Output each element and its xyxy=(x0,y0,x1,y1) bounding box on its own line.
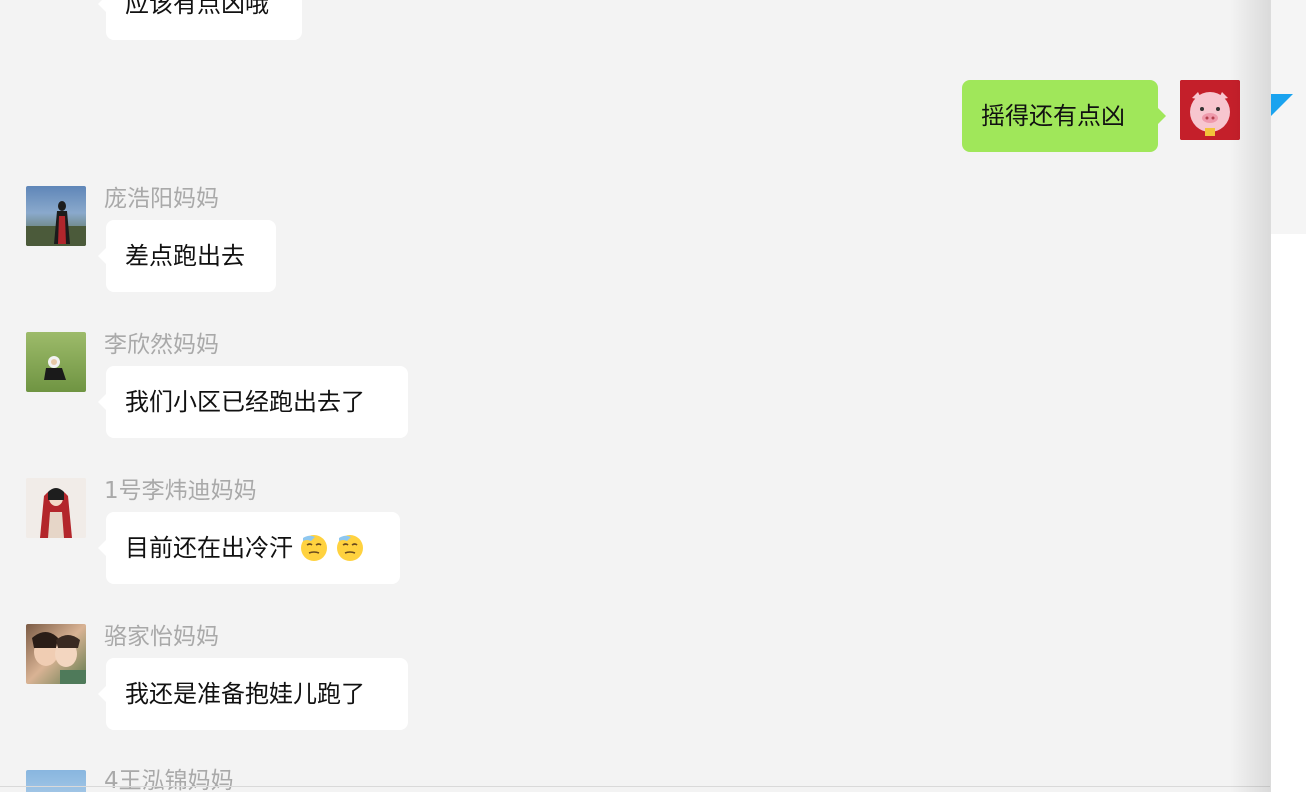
avatar[interactable] xyxy=(26,186,86,246)
chat-window: 应该有点凶哦 摇得还有点凶 庞浩阳妈妈 差点跑出去 李欣然妈妈 我们小区已经跑出… xyxy=(0,0,1306,792)
avatar[interactable] xyxy=(26,478,86,538)
message-bubble[interactable]: 我还是准备抱娃儿跑了 xyxy=(98,658,408,730)
my-avatar[interactable] xyxy=(1180,80,1240,140)
message-bubble[interactable]: 目前还在出冷汗 xyxy=(98,512,400,584)
message-text: 目前还在出冷汗 xyxy=(125,534,293,562)
photo-avatar-icon xyxy=(26,201,86,246)
sender-name: 庞浩阳妈妈 xyxy=(104,186,219,212)
side-panel[interactable] xyxy=(1270,0,1306,792)
divider xyxy=(0,786,1270,787)
sender-name: 骆家怡妈妈 xyxy=(104,624,219,650)
message-bubble[interactable]: 差点跑出去 xyxy=(98,220,276,292)
avatar[interactable] xyxy=(26,624,86,684)
sweat-face-icon xyxy=(301,535,327,561)
photo-avatar-icon xyxy=(44,356,66,380)
sender-name: 4王泓锦妈妈 xyxy=(104,768,234,792)
message-bubble[interactable]: 应该有点凶哦 xyxy=(98,0,302,40)
sender-name: 1号李炜迪妈妈 xyxy=(104,478,257,504)
message-bubble[interactable]: 我们小区已经跑出去了 xyxy=(98,366,408,438)
photo-avatar-icon xyxy=(26,478,86,538)
message-list[interactable]: 应该有点凶哦 摇得还有点凶 庞浩阳妈妈 差点跑出去 李欣然妈妈 我们小区已经跑出… xyxy=(0,0,1270,792)
photo-avatar-icon xyxy=(32,632,86,684)
avatar[interactable] xyxy=(26,770,86,792)
sweat-face-icon xyxy=(337,535,363,561)
pig-avatar-icon xyxy=(1180,80,1240,140)
my-message-bubble[interactable]: 摇得还有点凶 xyxy=(962,80,1166,152)
side-panel-header xyxy=(1271,0,1306,234)
avatar[interactable] xyxy=(26,332,86,392)
sender-name: 李欣然妈妈 xyxy=(104,332,219,358)
corner-tab-icon xyxy=(1271,94,1293,116)
